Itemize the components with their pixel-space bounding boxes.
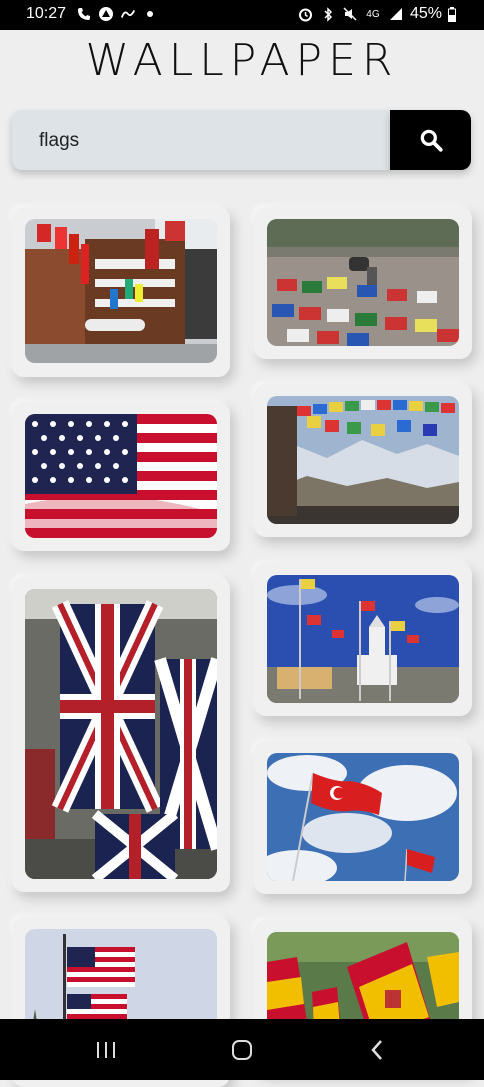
back-button[interactable] [362, 1035, 392, 1065]
phone-call-icon [76, 5, 92, 23]
wallpaper-card[interactable] [12, 207, 230, 377]
wallpaper-union-jack-flags[interactable] [25, 589, 217, 879]
search-icon [420, 129, 443, 152]
bluetooth-icon [320, 5, 336, 23]
wallpaper-mountain-hotel-flags[interactable] [25, 219, 217, 363]
battery-percentage: 45% [409, 5, 442, 22]
home-icon [232, 1040, 252, 1060]
recents-icon [97, 1042, 115, 1058]
wallpaper-card[interactable] [12, 577, 230, 892]
notification-icon [120, 5, 136, 23]
home-button[interactable] [227, 1035, 257, 1065]
wallpaper-card[interactable] [254, 563, 472, 716]
wallpaper-flags-on-pavement[interactable] [267, 219, 459, 346]
wallpaper-card[interactable] [254, 384, 472, 537]
search-box[interactable] [12, 110, 390, 172]
wallpaper-usa-flag[interactable] [25, 414, 217, 538]
search-input[interactable] [37, 110, 381, 172]
back-icon [371, 1040, 382, 1060]
wallpaper-card[interactable] [12, 402, 230, 551]
wallpaper-card[interactable] [254, 741, 472, 894]
wallpaper-prayer-flags-mountains[interactable] [267, 396, 459, 524]
wallpaper-turkish-flags-sky[interactable] [267, 753, 459, 881]
navigation-bar [0, 1019, 484, 1080]
signal-icon [388, 5, 404, 23]
wallpaper-flags-town-hall[interactable] [267, 575, 459, 703]
wallpaper-card[interactable] [254, 207, 472, 359]
battery-icon [448, 5, 456, 23]
status-time: 10:27 [26, 5, 67, 22]
recents-button[interactable] [91, 1035, 121, 1065]
status-bar: 10:27 4G 45% [0, 0, 484, 30]
app-title: WALLPAPER [85, 35, 399, 86]
search-button[interactable] [390, 110, 471, 170]
app-notification-icon [98, 5, 114, 23]
alarm-icon [298, 5, 314, 23]
network-type-icon: 4G [366, 8, 380, 20]
mute-icon [342, 5, 358, 23]
more-notifications-dot-icon [142, 5, 158, 23]
